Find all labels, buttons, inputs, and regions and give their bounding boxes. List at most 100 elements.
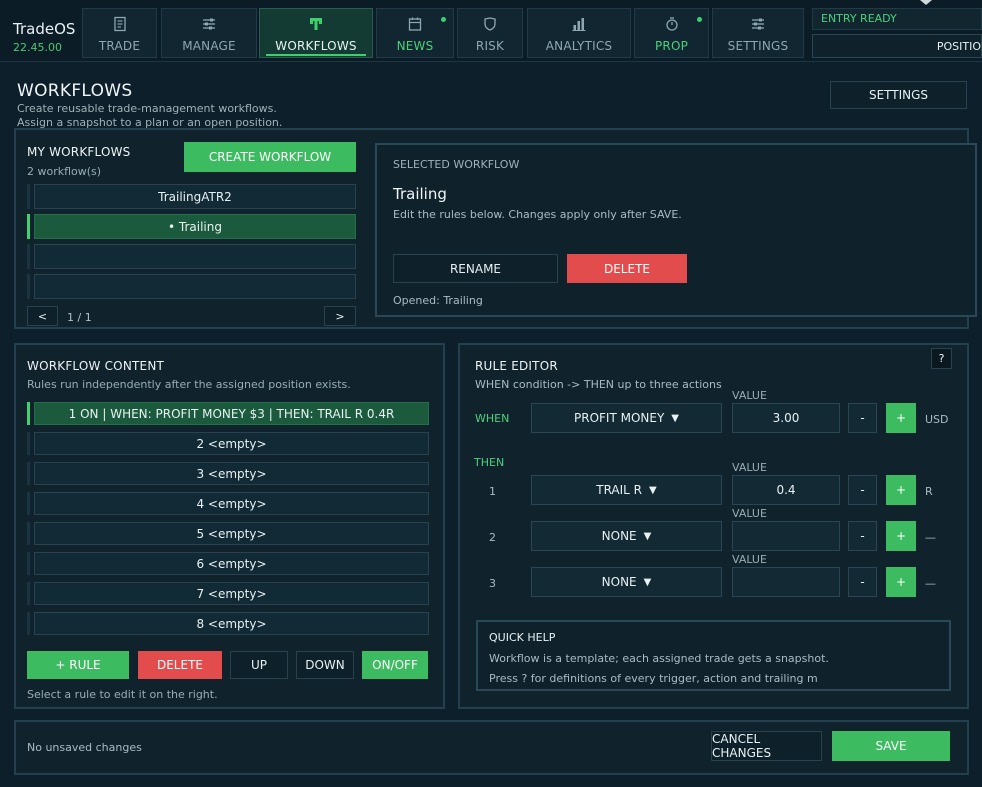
unit-label: USD bbox=[925, 413, 949, 426]
rename-button[interactable]: RENAME bbox=[393, 254, 558, 283]
move-up-button[interactable]: UP bbox=[230, 651, 288, 679]
sliders-icon bbox=[203, 18, 215, 30]
tab-analytics[interactable]: ANALYTICS bbox=[527, 8, 631, 58]
rule-row[interactable]: 5 <empty> bbox=[34, 522, 429, 545]
selected-workflow-hint: Edit the rules below. Changes apply only… bbox=[393, 208, 682, 221]
workflow-icon bbox=[310, 18, 322, 30]
tab-prop[interactable]: PROP bbox=[634, 8, 709, 58]
workflow-list-item[interactable] bbox=[34, 244, 356, 269]
action-select[interactable]: NONE ▼ bbox=[531, 521, 722, 551]
increment-button[interactable]: + bbox=[886, 403, 916, 433]
toggle-rule-button[interactable]: ON/OFF bbox=[362, 651, 428, 679]
rule-editor-title: RULE EDITOR bbox=[475, 359, 558, 373]
tab-label: PROP bbox=[654, 39, 689, 53]
quick-help-line: Workflow is a template; each assigned tr… bbox=[489, 652, 829, 665]
unit-label: R bbox=[925, 485, 933, 498]
bar-chart-icon bbox=[572, 18, 586, 31]
decrement-button[interactable]: - bbox=[848, 521, 877, 551]
tab-label: RISK bbox=[475, 39, 505, 53]
when-label: WHEN bbox=[475, 412, 510, 425]
increment-button[interactable]: + bbox=[886, 475, 916, 505]
select-value: NONE bbox=[601, 575, 637, 589]
workflow-list-item-selected[interactable]: • Trailing bbox=[34, 214, 356, 239]
action-value-input[interactable] bbox=[732, 521, 840, 551]
delete-rule-button[interactable]: DELETE bbox=[138, 651, 222, 679]
rule-marker bbox=[27, 582, 30, 605]
my-workflows-title: MY WORKFLOWS bbox=[27, 145, 131, 159]
tab-label: MANAGE bbox=[182, 39, 236, 53]
help-button[interactable]: ? bbox=[931, 348, 952, 369]
tab-label: WORKFLOWS bbox=[275, 39, 357, 53]
rule-row[interactable]: 4 <empty> bbox=[34, 492, 429, 515]
when-condition-select[interactable]: PROFIT MONEY ▼ bbox=[531, 403, 722, 433]
next-page-button[interactable]: > bbox=[324, 306, 356, 326]
value-label: VALUE bbox=[732, 389, 767, 402]
app-version: 22.45.00 bbox=[13, 41, 62, 54]
when-value-input[interactable]: 3.00 bbox=[732, 403, 840, 433]
list-item-marker bbox=[27, 274, 30, 299]
save-button[interactable]: SAVE bbox=[832, 731, 950, 761]
selected-workflow-heading: SELECTED WORKFLOW bbox=[393, 158, 520, 171]
chevron-down-icon: ▼ bbox=[643, 576, 652, 588]
delete-workflow-button[interactable]: DELETE bbox=[567, 254, 687, 283]
action-number: 3 bbox=[489, 577, 496, 590]
tab-label: NEWS bbox=[396, 39, 434, 53]
action-select[interactable]: NONE ▼ bbox=[531, 567, 722, 597]
rule-editor-subtitle: WHEN condition -> THEN up to three actio… bbox=[475, 378, 722, 391]
app-brand: TradeOS 22.45.00 bbox=[0, 6, 78, 58]
workflow-list-item[interactable] bbox=[34, 274, 356, 299]
rule-row[interactable]: 2 <empty> bbox=[34, 432, 429, 455]
rule-select-hint: Select a rule to edit it on the right. bbox=[27, 688, 218, 701]
opened-status: Opened: Trailing bbox=[393, 294, 483, 307]
unit-label: — bbox=[925, 577, 936, 590]
action-number: 1 bbox=[489, 485, 496, 498]
shield-icon bbox=[484, 17, 496, 31]
action-select[interactable]: TRAIL R ▼ bbox=[531, 475, 722, 505]
action-number: 2 bbox=[489, 531, 496, 544]
rule-row-selected[interactable]: 1 ON | WHEN: PROFIT MONEY $3 | THEN: TRA… bbox=[34, 402, 429, 425]
calendar-icon bbox=[408, 17, 422, 31]
rule-marker bbox=[27, 402, 30, 425]
tab-manage[interactable]: MANAGE bbox=[161, 8, 257, 58]
unsaved-status: No unsaved changes bbox=[27, 741, 142, 754]
tab-workflows[interactable]: WORKFLOWS bbox=[259, 8, 373, 58]
prev-page-button[interactable]: < bbox=[27, 306, 58, 326]
increment-button[interactable]: + bbox=[886, 567, 916, 597]
tab-trade[interactable]: TRADE bbox=[82, 8, 157, 58]
select-value: PROFIT MONEY bbox=[574, 411, 665, 425]
move-down-button[interactable]: DOWN bbox=[296, 651, 354, 679]
tab-news[interactable]: NEWS bbox=[376, 8, 454, 58]
workflow-list-item[interactable]: TrailingATR2 bbox=[34, 184, 356, 209]
tab-settings[interactable]: SETTINGS bbox=[712, 8, 804, 58]
create-workflow-button[interactable]: CREATE WORKFLOW bbox=[184, 142, 356, 172]
selected-workflow-name: Trailing bbox=[393, 185, 447, 203]
rule-marker bbox=[27, 492, 30, 515]
rule-row[interactable]: 3 <empty> bbox=[34, 462, 429, 485]
tab-label: ANALYTICS bbox=[545, 39, 613, 53]
add-rule-button[interactable]: + RULE bbox=[27, 651, 129, 679]
action-value-input[interactable] bbox=[732, 567, 840, 597]
unit-label: — bbox=[925, 531, 936, 544]
chevron-down-icon: ▼ bbox=[649, 484, 657, 496]
settings-button[interactable]: SETTINGS bbox=[830, 81, 967, 109]
rule-marker bbox=[27, 522, 30, 545]
tab-risk[interactable]: RISK bbox=[457, 8, 523, 58]
decrement-button[interactable]: - bbox=[848, 403, 877, 433]
rule-row[interactable]: 8 <empty> bbox=[34, 612, 429, 635]
dropdown-caret-icon[interactable] bbox=[920, 0, 932, 5]
decrement-button[interactable]: - bbox=[848, 475, 877, 505]
action-value-input[interactable]: 0.4 bbox=[732, 475, 840, 505]
value-label: VALUE bbox=[732, 507, 767, 520]
list-item-marker bbox=[27, 214, 30, 239]
cancel-changes-button[interactable]: CANCEL CHANGES bbox=[711, 731, 822, 761]
increment-button[interactable]: + bbox=[886, 521, 916, 551]
notification-dot bbox=[441, 17, 446, 22]
position-field[interactable]: POSITIO bbox=[812, 34, 982, 58]
decrement-button[interactable]: - bbox=[848, 567, 877, 597]
rule-row[interactable]: 7 <empty> bbox=[34, 582, 429, 605]
rule-row[interactable]: 6 <empty> bbox=[34, 552, 429, 575]
sliders-icon bbox=[752, 18, 764, 30]
workflow-content-subtitle: Rules run independently after the assign… bbox=[27, 378, 351, 391]
list-item-marker bbox=[27, 184, 30, 209]
quick-help-line: Press ? for definitions of every trigger… bbox=[489, 672, 818, 685]
